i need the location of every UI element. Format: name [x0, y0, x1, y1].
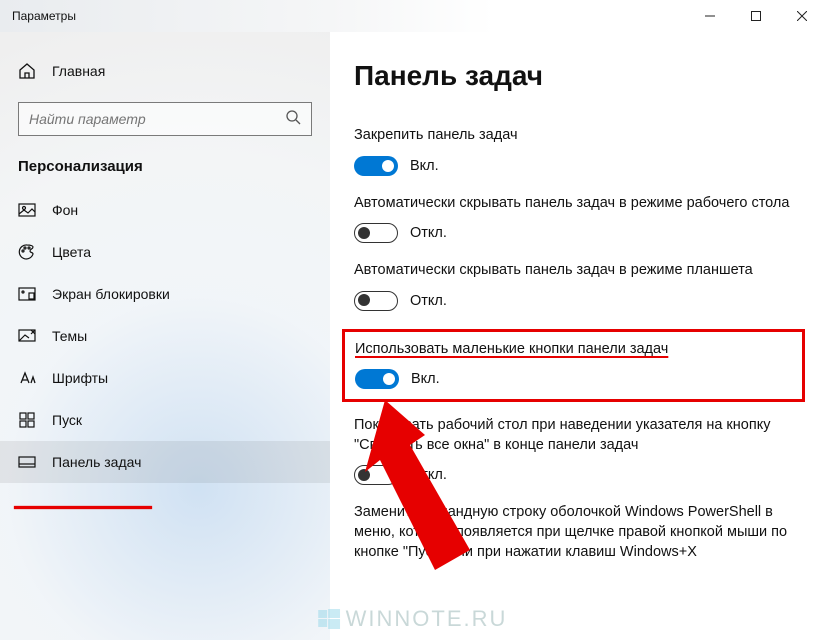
sidebar-home-label: Главная: [52, 63, 105, 79]
setting-label: Показывать рабочий стол при наведении ук…: [354, 416, 797, 455]
setting-autohide-desktop: Автоматически скрывать панель задач в ре…: [354, 194, 797, 244]
sidebar-item-taskbar[interactable]: Панель задач: [0, 441, 330, 483]
setting-powershell: Заменить командную строку оболочкой Wind…: [354, 503, 797, 562]
taskbar-icon: [18, 453, 36, 471]
setting-label: Автоматически скрывать панель задач в ре…: [354, 194, 797, 214]
toggle-peek-desktop[interactable]: [354, 465, 398, 485]
toggle-small-buttons[interactable]: [355, 369, 399, 389]
setting-lock-taskbar: Закрепить панель задач Вкл.: [354, 126, 797, 176]
watermark-text: WINNOTE.RU: [346, 606, 508, 632]
toggle-state-text: Откл.: [410, 467, 447, 483]
main-content: Панель задач Закрепить панель задач Вкл.…: [330, 32, 825, 640]
sidebar-home[interactable]: Главная: [0, 52, 330, 90]
setting-peek-desktop: Показывать рабочий стол при наведении ук…: [354, 416, 797, 485]
toggle-autohide-desktop[interactable]: [354, 223, 398, 243]
window-controls: [687, 0, 825, 32]
toggle-state-text: Вкл.: [410, 158, 439, 174]
setting-label: Заменить командную строку оболочкой Wind…: [354, 503, 797, 562]
sidebar-item-label: Панель задач: [52, 454, 141, 470]
sidebar-section-title: Персонализация: [0, 154, 330, 189]
setting-label: Автоматически скрывать панель задач в ре…: [354, 261, 797, 281]
sidebar-item-start[interactable]: Пуск: [0, 399, 330, 441]
sidebar-item-colors[interactable]: Цвета: [0, 231, 330, 273]
setting-label: Закрепить панель задач: [354, 126, 797, 146]
toggle-state-text: Откл.: [410, 293, 447, 309]
sidebar-item-themes[interactable]: Темы: [0, 315, 330, 357]
sidebar-item-label: Фон: [52, 202, 78, 218]
close-button[interactable]: [779, 0, 825, 32]
toggle-lock-taskbar[interactable]: [354, 156, 398, 176]
setting-label: Использовать маленькие кнопки панели зад…: [355, 340, 792, 360]
search-input[interactable]: [29, 111, 285, 127]
toggle-state-text: Откл.: [410, 225, 447, 241]
toggle-autohide-tablet[interactable]: [354, 291, 398, 311]
annotation-highlight-box: Использовать маленькие кнопки панели зад…: [342, 329, 805, 403]
maximize-button[interactable]: [733, 0, 779, 32]
titlebar: Параметры: [0, 0, 825, 32]
page-title: Панель задач: [354, 60, 797, 92]
annotation-underline: [14, 506, 152, 509]
sidebar-item-lockscreen[interactable]: Экран блокировки: [0, 273, 330, 315]
setting-small-buttons: Использовать маленькие кнопки панели зад…: [355, 340, 792, 390]
sidebar-item-label: Темы: [52, 328, 87, 344]
watermark: WINNOTE.RU: [318, 606, 508, 632]
lockscreen-icon: [18, 285, 36, 303]
palette-icon: [18, 243, 36, 261]
sidebar-item-background[interactable]: Фон: [0, 189, 330, 231]
windows-logo-icon: [318, 608, 340, 630]
sidebar-item-label: Цвета: [52, 244, 91, 260]
search-box[interactable]: [18, 102, 312, 136]
sidebar-item-fonts[interactable]: Шрифты: [0, 357, 330, 399]
start-icon: [18, 411, 36, 429]
themes-icon: [18, 327, 36, 345]
minimize-button[interactable]: [687, 0, 733, 32]
search-icon: [285, 109, 301, 130]
sidebar-item-label: Шрифты: [52, 370, 108, 386]
sidebar-item-label: Пуск: [52, 412, 82, 428]
fonts-icon: [18, 369, 36, 387]
picture-icon: [18, 201, 36, 219]
window-title: Параметры: [12, 9, 76, 23]
toggle-state-text: Вкл.: [411, 371, 440, 387]
sidebar: Главная Персонализация Фон Цвета: [0, 32, 330, 640]
sidebar-item-label: Экран блокировки: [52, 286, 170, 302]
home-icon: [18, 62, 36, 80]
setting-autohide-tablet: Автоматически скрывать панель задач в ре…: [354, 261, 797, 311]
